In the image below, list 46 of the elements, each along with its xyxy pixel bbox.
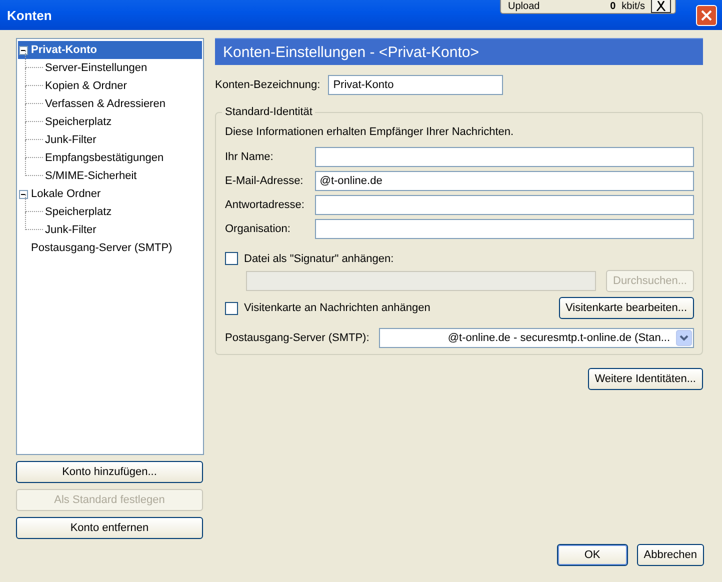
tree-item[interactable]: Postausgang-Server (SMTP): [18, 239, 202, 257]
upload-unit: kbit/s: [622, 0, 645, 12]
dialog-button[interactable]: OK: [556, 544, 628, 566]
account-button[interactable]: Konto entfernen: [16, 517, 203, 539]
close-button[interactable]: [696, 4, 717, 26]
description-text: Diese Informationen erhalten Empfänger Ihrer Nachrichten.: [225, 126, 515, 138]
upload-value: 0: [610, 0, 616, 12]
tree-item[interactable]: Speicherplatz: [45, 114, 112, 130]
field-label: Organisation:: [225, 223, 292, 235]
upload-label: Upload: [508, 0, 541, 12]
input-field[interactable]: [314, 195, 694, 215]
minus-box-icon[interactable]: [19, 190, 28, 198]
field-label: Postausgang-Server (SMTP):: [225, 332, 370, 344]
input-field[interactable]: [314, 219, 694, 239]
more-identities-button[interactable]: Weitere Identitäten...: [588, 368, 703, 390]
smtp-dropdown[interactable]: @t-online.de - securesmtp.t-online.de (Stan...: [379, 328, 694, 348]
checkbox[interactable]: [225, 252, 238, 265]
field-label: Konten-Bezeichnung:: [215, 79, 320, 91]
field-label: E-Mail-Adresse:: [225, 175, 304, 187]
tree-item[interactable]: Verfassen & Adressieren: [45, 96, 166, 112]
edit-vcard-button[interactable]: Visitenkarte bearbeiten...: [558, 297, 694, 319]
checkbox[interactable]: [225, 302, 238, 314]
account-button[interactable]: Konto hinzufügen...: [16, 461, 203, 483]
tree-item[interactable]: Junk-Filter: [45, 132, 96, 148]
group-legend: Standard-Identität: [222, 106, 316, 118]
window-title: Konten: [7, 8, 52, 22]
minus-box-icon[interactable]: [19, 46, 28, 54]
tree-item[interactable]: Kopien & Ordner: [45, 78, 127, 94]
checkbox-label: Datei als "Signatur" anhängen:: [244, 252, 394, 264]
tool-button[interactable]: [651, 0, 671, 13]
tree-item[interactable]: S/MIME-Sicherheit: [45, 168, 137, 184]
input-field[interactable]: @t-online.de: [314, 171, 694, 191]
checkbox-label: Visitenkarte an Nachrichten anhängen: [244, 302, 432, 314]
dialog-button[interactable]: Abbrechen: [636, 544, 704, 566]
panel-header: Konten-Einstellungen - <Privat-Konto>: [215, 38, 703, 65]
tree-item[interactable]: Privat-Konto: [18, 41, 202, 59]
tree-item[interactable]: Junk-Filter: [45, 222, 96, 238]
field-label: Ihr Name:: [225, 151, 274, 163]
field-label: Antwortadresse:: [225, 199, 306, 211]
tree-item[interactable]: Empfangsbestätigungen: [45, 150, 164, 166]
close-icon: [701, 10, 712, 20]
tree-item[interactable]: Server-Einstellungen: [45, 60, 148, 76]
account-name-field[interactable]: Privat-Konto: [328, 75, 504, 95]
input-field[interactable]: [314, 147, 694, 167]
tree-item[interactable]: Lokale Ordner: [18, 185, 202, 203]
tree-item[interactable]: Speicherplatz: [45, 204, 112, 220]
